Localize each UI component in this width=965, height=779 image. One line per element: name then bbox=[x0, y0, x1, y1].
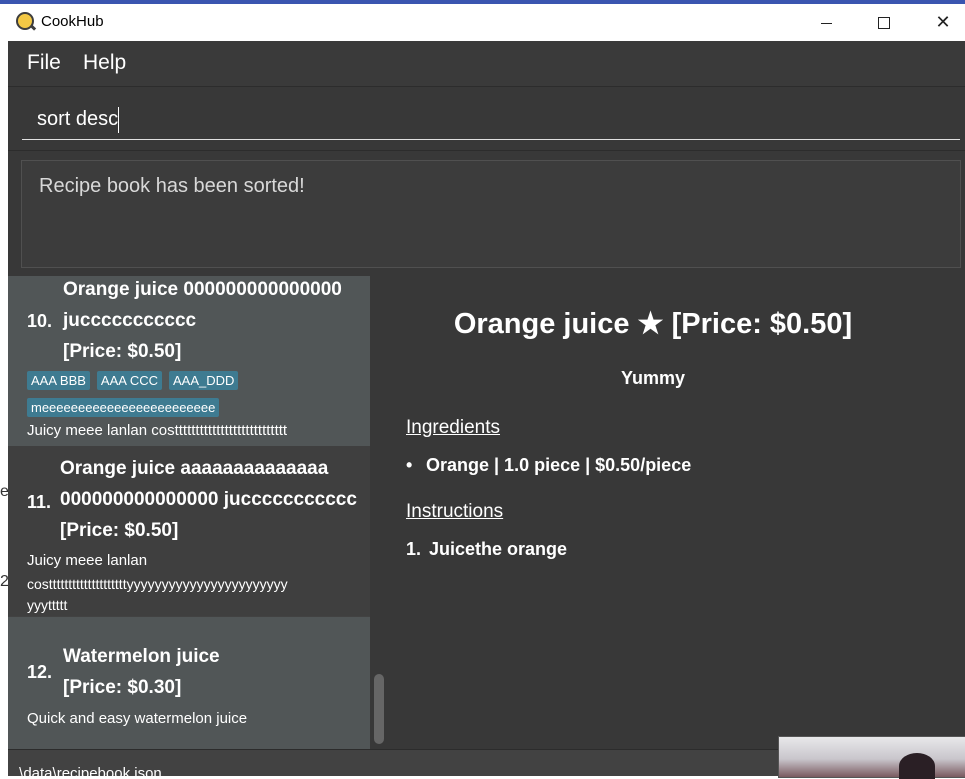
instructions-header: Instructions bbox=[406, 501, 504, 522]
close-button[interactable]: ✕ bbox=[914, 4, 965, 41]
ingredients-header: Ingredients bbox=[406, 417, 501, 438]
scrollbar-thumb[interactable] bbox=[374, 674, 384, 744]
detail-title: Orange juice ★ [Price: $0.50] bbox=[453, 308, 853, 340]
tag-badge: AAA_DDD bbox=[169, 371, 239, 390]
tag-badge: AAA CCC bbox=[96, 371, 162, 390]
recipe-name-line: Watermelon juice bbox=[63, 646, 220, 667]
menu-help[interactable]: Help bbox=[83, 51, 126, 75]
recipe-card[interactable]: 10. Orange juice 000000000000000 juccccc… bbox=[8, 276, 370, 446]
recipe-price: [Price: $0.50] bbox=[60, 520, 179, 541]
menu-bar: File Help bbox=[8, 41, 965, 86]
instruction-text: Juicethe orange bbox=[429, 539, 568, 559]
app-window: CookHub ✕ File Help Recipe book has been… bbox=[8, 4, 965, 776]
step-number: 1. bbox=[406, 539, 422, 559]
recipe-detail-panel: Orange juice ★ [Price: $0.50] Yummy Ingr… bbox=[388, 276, 965, 749]
magnifier-app-icon bbox=[16, 12, 34, 30]
menu-file[interactable]: File bbox=[27, 51, 61, 75]
tag-badge: AAA BBB bbox=[27, 371, 90, 390]
ingredient-text: Orange | 1.0 piece | $0.50/piece bbox=[426, 455, 692, 475]
close-icon: ✕ bbox=[935, 12, 951, 32]
maximize-button[interactable] bbox=[855, 4, 913, 41]
text-cursor bbox=[118, 107, 119, 133]
ingredient-item: • Orange | 1.0 piece | $0.50/piece bbox=[406, 455, 691, 476]
recipe-price: [Price: $0.30] bbox=[63, 677, 182, 698]
recipe-description: yyyttttt bbox=[27, 597, 68, 613]
result-box: Recipe book has been sorted! bbox=[21, 160, 961, 268]
recipe-description: Juicy meee lanlan costtttttttttttttttttt… bbox=[27, 422, 288, 439]
command-input[interactable] bbox=[22, 99, 960, 140]
tag-row: AAA BBB AAA CCC AAA_DDD bbox=[27, 370, 245, 390]
minimize-icon bbox=[820, 22, 832, 24]
recipe-index: 11. bbox=[27, 492, 52, 512]
recipe-index: 12. bbox=[27, 662, 53, 682]
save-location-path: .\data\recipebook.json bbox=[15, 765, 162, 776]
recipe-description: costtttttttttttttttttttyyyyyyyyyyyyyyyyy… bbox=[27, 576, 288, 592]
instruction-item: 1. Juicethe orange bbox=[406, 539, 567, 560]
tag-badge: meeeeeeeeeeeeeeeeeeeeeeee bbox=[27, 398, 220, 417]
tag-row: meeeeeeeeeeeeeeeeeeeeeeee bbox=[27, 397, 226, 417]
recipe-card[interactable]: 12. Watermelon juice [Price: $0.30] Quic… bbox=[8, 617, 370, 749]
bullet-marker: • bbox=[406, 455, 413, 475]
recipe-index: 10. bbox=[27, 311, 53, 331]
recipe-list[interactable]: 10. Orange juice 000000000000000 juccccc… bbox=[8, 276, 370, 749]
person-silhouette bbox=[899, 753, 935, 779]
minimize-button[interactable] bbox=[797, 4, 855, 41]
webcam-thumbnail bbox=[778, 736, 965, 779]
recipe-price: [Price: $0.50] bbox=[63, 341, 182, 362]
recipe-description: Juicy meee lanlan bbox=[27, 552, 148, 569]
list-scrollbar[interactable] bbox=[370, 276, 388, 749]
command-box bbox=[8, 86, 965, 151]
recipe-name-line: Orange juice 000000000000000 bbox=[63, 279, 342, 300]
recipe-description: Quick and easy watermelon juice bbox=[27, 710, 248, 727]
recipe-name-line: 000000000000000 juccccccccccc bbox=[60, 489, 357, 510]
recipe-name-line: Orange juice aaaaaaaaaaaaaa bbox=[60, 458, 329, 479]
detail-subtitle: Yummy bbox=[620, 368, 686, 388]
recipe-name-line: juccccccccccc bbox=[63, 310, 197, 331]
window-title: CookHub bbox=[41, 13, 104, 30]
result-display: Recipe book has been sorted! bbox=[8, 150, 965, 275]
result-message: Recipe book has been sorted! bbox=[39, 175, 305, 197]
recipe-card[interactable]: 11. Orange juice aaaaaaaaaaaaaa 00000000… bbox=[8, 446, 370, 616]
title-bar[interactable]: CookHub ✕ bbox=[8, 4, 965, 41]
maximize-icon bbox=[878, 17, 890, 30]
